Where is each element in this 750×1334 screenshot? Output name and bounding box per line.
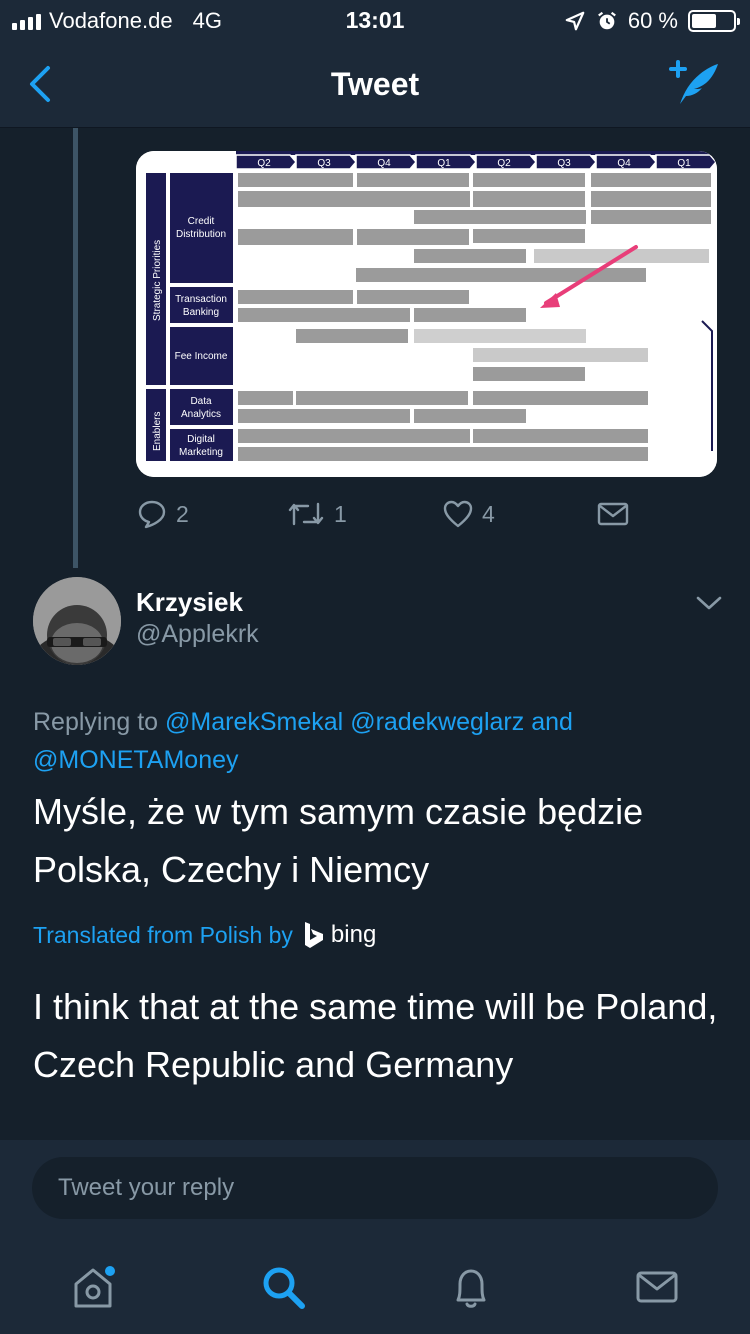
retweet-action[interactable]: 1	[286, 498, 347, 530]
like-action[interactable]: 4	[442, 498, 495, 530]
translated-text-line: I think that at the same time will be Po…	[33, 986, 718, 1027]
translation-attribution[interactable]: Translated from Polish by bing	[33, 921, 376, 949]
like-count: 4	[482, 500, 495, 527]
retweet-count: 1	[334, 500, 347, 527]
row-label: Digital	[187, 434, 215, 445]
display-name[interactable]: Krzysiek	[136, 587, 243, 618]
row-label: Banking	[183, 307, 219, 318]
tweet-text-line: Myśle, że w tym samym czasie będzie	[33, 791, 644, 832]
tweet-text: Myśle, że w tym samym czasie będzie Pols…	[33, 783, 723, 899]
quarter-label: Q4	[377, 158, 391, 169]
reply-icon	[138, 500, 166, 529]
page-title: Tweet	[330, 66, 420, 102]
quarter-header: Q2 Q3 Q4 Q1 Q2 Q3 Q4 Q1	[235, 154, 717, 170]
user-handle[interactable]: @Applekrk	[136, 620, 259, 649]
battery-icon	[688, 10, 740, 32]
alarm-icon	[597, 11, 616, 30]
notification-dot	[105, 1266, 115, 1276]
translated-text-line: Czech Republic and Germany	[33, 1044, 514, 1085]
thread-connector	[73, 128, 78, 568]
row-label: Distribution	[176, 229, 226, 240]
tweet-text-line: Polska, Czechy i Niemcy	[33, 849, 430, 890]
row-label: Data	[190, 396, 212, 407]
compose-tweet-icon[interactable]	[666, 58, 722, 108]
notifications-icon[interactable]	[446, 1262, 496, 1312]
messages-icon[interactable]	[632, 1262, 682, 1312]
reply-input[interactable]	[32, 1157, 718, 1219]
mention-link[interactable]: @MONETAMoney	[33, 746, 239, 774]
avatar-photo	[33, 577, 121, 665]
reply-action[interactable]: 2	[136, 498, 189, 530]
bing-icon	[304, 922, 323, 948]
quarter-label: Q1	[677, 158, 691, 169]
navigation-bar: Tweet	[0, 40, 750, 128]
row-label: Transaction	[175, 294, 227, 305]
row-label: Analytics	[181, 409, 221, 420]
tab-bar	[0, 1240, 750, 1334]
quarter-label: Q2	[497, 158, 511, 169]
quarter-label: Q2	[257, 158, 271, 169]
status-bar: Vodafone.de 4G 13:01 60 %	[0, 0, 750, 40]
retweet-icon	[288, 502, 324, 526]
share-action[interactable]	[596, 498, 630, 530]
row-label: Fee Income	[175, 351, 228, 362]
envelope-icon	[597, 502, 629, 526]
tweet-media-image[interactable]: 2017 2018 2019 Q2 Q3 Q4 Q1 Q2 Q3 Q4 Q1 Strategi…	[136, 151, 717, 477]
row-label: Marketing	[179, 447, 223, 458]
group-label: Strategic Priorities	[152, 240, 163, 321]
mention-conjunction[interactable]: and	[531, 708, 573, 736]
group-label: Enablers	[152, 412, 163, 451]
translated-text: I think that at the same time will be Po…	[33, 978, 733, 1094]
replying-to: Replying to @MarekSmekal @radekweglarz a…	[33, 703, 723, 779]
heart-icon	[443, 500, 473, 528]
reply-bar	[0, 1140, 750, 1240]
mention-link[interactable]: @radekweglarz	[350, 708, 524, 736]
search-icon[interactable]	[258, 1262, 308, 1312]
mention-link[interactable]: @MarekSmekal	[165, 708, 343, 736]
home-icon[interactable]	[68, 1262, 118, 1312]
quarter-label: Q4	[617, 158, 631, 169]
translated-label: Translated from Polish by	[33, 921, 293, 948]
translator-name: bing	[330, 921, 377, 948]
chevron-down-icon[interactable]	[694, 590, 724, 616]
quarter-label: Q3	[557, 158, 571, 169]
tweet-actions: 2 1 4	[136, 498, 636, 538]
battery-percent: 60 %	[627, 8, 678, 33]
reply-count: 2	[176, 500, 189, 527]
roadmap-slide: 2017 2018 2019 Q2 Q3 Q4 Q1 Q2 Q3 Q4 Q1 Strategi…	[136, 151, 717, 477]
location-arrow-icon	[565, 11, 585, 31]
quarter-label: Q3	[317, 158, 331, 169]
replying-prefix: Replying to	[33, 708, 159, 736]
row-label: Credit	[188, 216, 215, 227]
avatar[interactable]	[33, 577, 121, 665]
bing-logo: bing	[303, 921, 376, 949]
quarter-label: Q1	[437, 158, 451, 169]
